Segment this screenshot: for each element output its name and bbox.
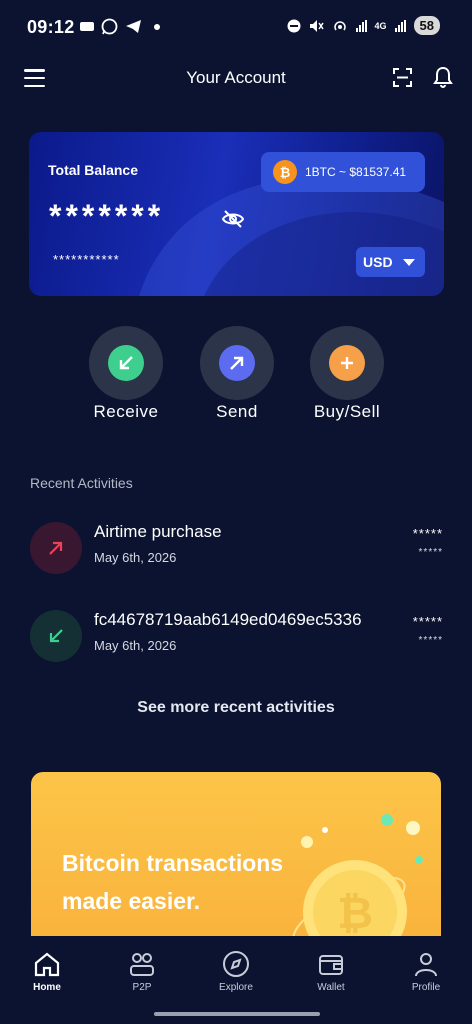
- activity-title: fc44678719aab6149ed0469ec5336: [94, 610, 362, 629]
- activity-amount: *****: [412, 526, 443, 541]
- buy-sell-button[interactable]: Buy/Sell: [310, 326, 384, 421]
- activity-title: Airtime purchase: [94, 522, 222, 541]
- home-indicator[interactable]: [154, 1012, 320, 1016]
- receive-circle: [89, 326, 163, 400]
- receive-button[interactable]: Receive: [89, 326, 163, 421]
- svg-text:₿: ₿: [337, 889, 373, 938]
- network-type: 4G: [374, 20, 387, 31]
- home-icon: [34, 952, 60, 977]
- status-notification-icons: [80, 18, 160, 35]
- status-bar: 09:12 4G 58: [0, 0, 472, 56]
- activity-date: May 6th, 2026: [94, 638, 177, 653]
- see-more-activities-link[interactable]: See more recent activities: [0, 699, 472, 717]
- send-label: Send: [216, 402, 258, 421]
- nav-home[interactable]: Home: [12, 950, 82, 993]
- arrow-down-left-icon: [30, 610, 82, 662]
- btc-rate-text: 1BTC ~ $81537.41: [305, 165, 407, 179]
- send-button[interactable]: Send: [200, 326, 274, 421]
- currency-select[interactable]: USD: [356, 247, 425, 277]
- bitcoin-icon: ₿: [273, 160, 297, 184]
- scan-icon[interactable]: [393, 68, 412, 87]
- nav-explore-label: Explore: [219, 982, 253, 993]
- arrow-up-right-icon: [219, 345, 255, 381]
- nav-home-label: Home: [33, 982, 61, 993]
- activity-item[interactable]: Airtime purchase May 6th, 2026 ***** ***…: [30, 518, 445, 578]
- activity-amount: *****: [412, 614, 443, 629]
- app-header: Your Account: [0, 56, 472, 102]
- app-notification-icon: [80, 22, 94, 31]
- total-balance-label: Total Balance: [48, 162, 138, 178]
- activity-sub-amount: *****: [418, 635, 443, 646]
- nav-wallet-label: Wallet: [317, 982, 345, 993]
- nav-profile-label: Profile: [411, 982, 441, 993]
- currency-value: USD: [363, 254, 393, 270]
- wallet-icon: [319, 955, 343, 975]
- status-system-icons: 4G 58: [287, 16, 440, 35]
- eye-slash-icon[interactable]: [221, 209, 245, 229]
- nav-wallet[interactable]: Wallet: [296, 950, 366, 993]
- promo-line-2: made easier.: [62, 888, 201, 914]
- hotspot-icon: [333, 20, 346, 30]
- mute-icon: [309, 19, 324, 32]
- activity-item[interactable]: fc44678719aab6149ed0469ec5336 May 6th, 2…: [30, 606, 445, 666]
- balance-card: Total Balance ******* *********** ₿ 1BTC…: [29, 132, 444, 296]
- chevron-down-icon: [402, 258, 415, 266]
- users-icon: [130, 953, 154, 976]
- nav-p2p[interactable]: P2P: [107, 950, 177, 993]
- send-circle: [200, 326, 274, 400]
- dnd-icon: [287, 19, 301, 32]
- whatsapp-icon: [101, 18, 118, 35]
- bottom-navigation: Home P2P Explore Wallet Profile: [0, 936, 472, 1024]
- plus-icon: [329, 345, 365, 381]
- promo-line-1: Bitcoin transactions: [62, 850, 284, 876]
- battery-indicator: 58: [413, 16, 440, 35]
- promo-banner[interactable]: Bitcoin transactions made easier. ₿: [31, 772, 441, 948]
- btc-rate-pill[interactable]: ₿ 1BTC ~ $81537.41: [261, 152, 425, 192]
- nav-profile[interactable]: Profile: [391, 950, 461, 993]
- activity-sub-amount: *****: [418, 547, 443, 558]
- receive-label: Receive: [93, 402, 159, 421]
- recent-activities-title: Recent Activities: [30, 475, 133, 491]
- notification-bell-icon[interactable]: [433, 66, 453, 88]
- secondary-balance: ***********: [53, 252, 120, 267]
- arrow-down-left-icon: [108, 345, 144, 381]
- compass-icon: [223, 951, 249, 977]
- arrow-up-right-icon: [30, 522, 82, 574]
- nav-explore[interactable]: Explore: [201, 950, 271, 993]
- more-notifications-dot: [154, 23, 160, 30]
- balance-value: *******: [49, 198, 165, 234]
- promo-text: Bitcoin transactions made easier.: [62, 844, 302, 920]
- status-time: 09:12: [27, 17, 75, 37]
- telegram-icon: [126, 20, 141, 33]
- signal-icon-2: [394, 19, 406, 32]
- profile-icon: [415, 953, 437, 977]
- buy-sell-label: Buy/Sell: [313, 402, 381, 421]
- buy-sell-circle: [310, 326, 384, 400]
- signal-icon: [355, 19, 367, 32]
- activity-date: May 6th, 2026: [94, 550, 177, 565]
- bitcoin-coin-illustration: ₿: [292, 814, 423, 948]
- nav-p2p-label: P2P: [132, 982, 152, 993]
